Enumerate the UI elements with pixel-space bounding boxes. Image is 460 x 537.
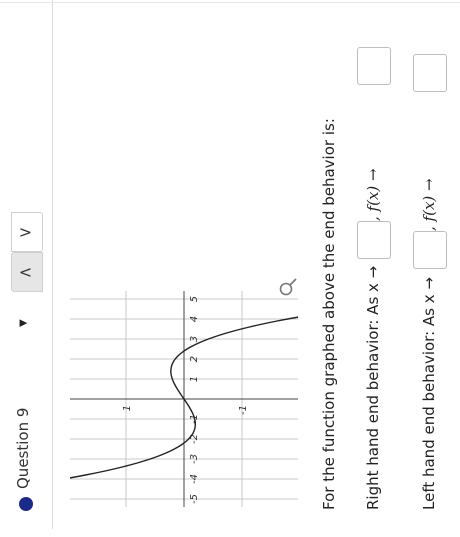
magnifier-icon[interactable] <box>278 277 298 297</box>
previous-question-button[interactable]: < <box>11 252 43 292</box>
x-tick-label: 1 <box>189 376 200 382</box>
question-dropdown-icon[interactable]: ▼ <box>18 319 29 327</box>
chevron-up-icon: < <box>18 262 33 282</box>
next-question-button[interactable]: > <box>11 212 43 252</box>
right-fx-label: , f(x) → <box>364 168 382 221</box>
rotated-content: Question 9 ▼ < > -5 -4 -3 -2 -1 1 2 3 4 5 1 -1 For … <box>0 0 460 537</box>
x-tick-label: -3 <box>189 454 200 464</box>
x-tick-label: 5 <box>189 296 200 302</box>
left-behavior-label: Left hand end behavior: As x → <box>420 277 438 510</box>
x-tick-label: 4 <box>189 316 200 322</box>
graph-tick-labels: -5-4-3-2-1123451 -1 <box>122 296 249 504</box>
prompt-intro: For the function graphed above the end b… <box>320 118 338 510</box>
left-fx-label: , f(x) → <box>420 178 438 231</box>
x-tick-label: 3 <box>189 336 200 342</box>
question-status-dot <box>19 497 33 511</box>
right-x-answer-input[interactable] <box>357 221 391 259</box>
x-tick-label: 2 <box>189 356 200 362</box>
x-tick-label: -5 <box>189 494 200 504</box>
question-label[interactable]: Question 9 <box>14 408 32 489</box>
right-behavior-label: Right hand end behavior: As x → <box>364 265 382 510</box>
left-x-answer-input[interactable] <box>413 231 447 269</box>
right-fx-answer-input[interactable] <box>357 47 391 85</box>
page: Question 9 ▼ < > -5 -4 -3 -2 -1 1 2 3 4 5 1 -1 For … <box>0 0 460 537</box>
y-tick-label: -1 <box>238 405 249 415</box>
y-tick-label: 1 <box>122 405 133 411</box>
x-tick-label: -4 <box>189 474 200 484</box>
left-fx-answer-input[interactable] <box>413 54 447 92</box>
chevron-down-icon: > <box>18 222 33 242</box>
page-divider <box>0 2 460 3</box>
function-graph: -5-4-3-2-1123451 -1 <box>70 291 298 507</box>
